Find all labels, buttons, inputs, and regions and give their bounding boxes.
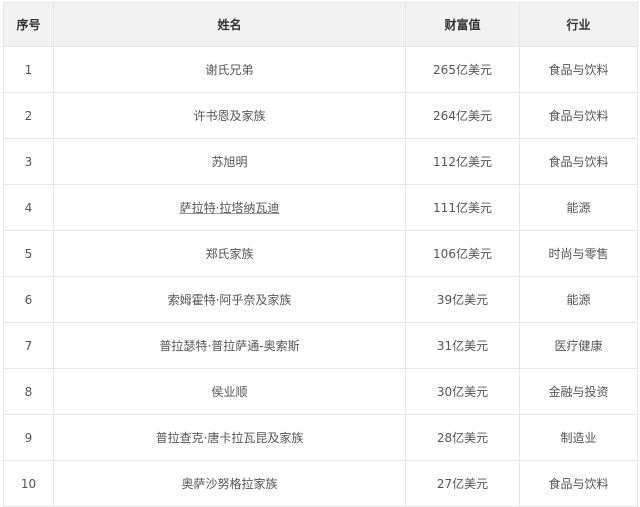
cell-rank: 6 <box>3 276 54 323</box>
table-row: 4 萨拉特·拉塔纳瓦迪 111亿美元 能源 <box>3 184 638 231</box>
cell-rank: 10 <box>3 460 54 507</box>
cell-wealth: 27亿美元 <box>405 460 520 507</box>
cell-industry: 制造业 <box>519 414 638 461</box>
header-wealth: 财富值 <box>405 2 520 47</box>
table-row: 3 苏旭明 112亿美元 食品与饮料 <box>3 138 638 185</box>
rich-list-container: 序号 姓名 财富值 行业 1 谢氏兄弟 265亿美元 食品与饮料 2 许书恩及家… <box>0 0 640 507</box>
cell-industry: 时尚与零售 <box>519 230 638 277</box>
cell-name: 许书恩及家族 <box>53 92 406 139</box>
cell-industry: 食品与饮料 <box>519 138 638 185</box>
table-row: 1 谢氏兄弟 265亿美元 食品与饮料 <box>3 46 638 93</box>
cell-industry: 食品与饮料 <box>519 46 638 93</box>
cell-industry: 食品与饮料 <box>519 460 638 507</box>
cell-rank: 3 <box>3 138 54 185</box>
cell-industry: 医疗健康 <box>519 322 638 369</box>
cell-wealth: 111亿美元 <box>405 184 520 231</box>
cell-name: 萨拉特·拉塔纳瓦迪 <box>53 184 406 231</box>
table-row: 2 许书恩及家族 264亿美元 食品与饮料 <box>3 92 638 139</box>
cell-name: 索姆霍特·阿乎奈及家族 <box>53 276 406 323</box>
cell-rank: 5 <box>3 230 54 277</box>
header-rank: 序号 <box>3 2 54 47</box>
cell-wealth: 265亿美元 <box>405 46 520 93</box>
cell-name: 奥萨沙努格拉家族 <box>53 460 406 507</box>
cell-rank: 7 <box>3 322 54 369</box>
table-header-row: 序号 姓名 财富值 行业 <box>3 2 638 47</box>
cell-name: 苏旭明 <box>53 138 406 185</box>
table-row: 9 普拉查克·唐卡拉瓦昆及家族 28亿美元 制造业 <box>3 414 638 461</box>
table-row: 7 普拉瑟特·普拉萨通-奥索斯 31亿美元 医疗健康 <box>3 322 638 369</box>
cell-name: 侯业顺 <box>53 368 406 415</box>
cell-name: 普拉查克·唐卡拉瓦昆及家族 <box>53 414 406 461</box>
cell-wealth: 31亿美元 <box>405 322 520 369</box>
table-row: 8 侯业顺 30亿美元 金融与投资 <box>3 368 638 415</box>
cell-rank: 1 <box>3 46 54 93</box>
cell-rank: 9 <box>3 414 54 461</box>
header-industry: 行业 <box>519 2 638 47</box>
cell-industry: 金融与投资 <box>519 368 638 415</box>
cell-name: 郑氏家族 <box>53 230 406 277</box>
cell-industry: 能源 <box>519 276 638 323</box>
cell-rank: 8 <box>3 368 54 415</box>
cell-rank: 2 <box>3 92 54 139</box>
table-row: 10 奥萨沙努格拉家族 27亿美元 食品与饮料 <box>3 460 638 507</box>
header-name: 姓名 <box>53 2 406 47</box>
cell-name: 普拉瑟特·普拉萨通-奥索斯 <box>53 322 406 369</box>
table-row: 5 郑氏家族 106亿美元 时尚与零售 <box>3 230 638 277</box>
cell-rank: 4 <box>3 184 54 231</box>
cell-wealth: 264亿美元 <box>405 92 520 139</box>
cell-wealth: 39亿美元 <box>405 276 520 323</box>
cell-wealth: 28亿美元 <box>405 414 520 461</box>
cell-industry: 食品与饮料 <box>519 92 638 139</box>
cell-name: 谢氏兄弟 <box>53 46 406 93</box>
table-row: 6 索姆霍特·阿乎奈及家族 39亿美元 能源 <box>3 276 638 323</box>
cell-wealth: 106亿美元 <box>405 230 520 277</box>
name-link[interactable]: 萨拉特·拉塔纳瓦迪 <box>180 201 280 215</box>
cell-wealth: 30亿美元 <box>405 368 520 415</box>
cell-industry: 能源 <box>519 184 638 231</box>
rich-list-table: 序号 姓名 财富值 行业 1 谢氏兄弟 265亿美元 食品与饮料 2 许书恩及家… <box>3 2 638 507</box>
cell-wealth: 112亿美元 <box>405 138 520 185</box>
